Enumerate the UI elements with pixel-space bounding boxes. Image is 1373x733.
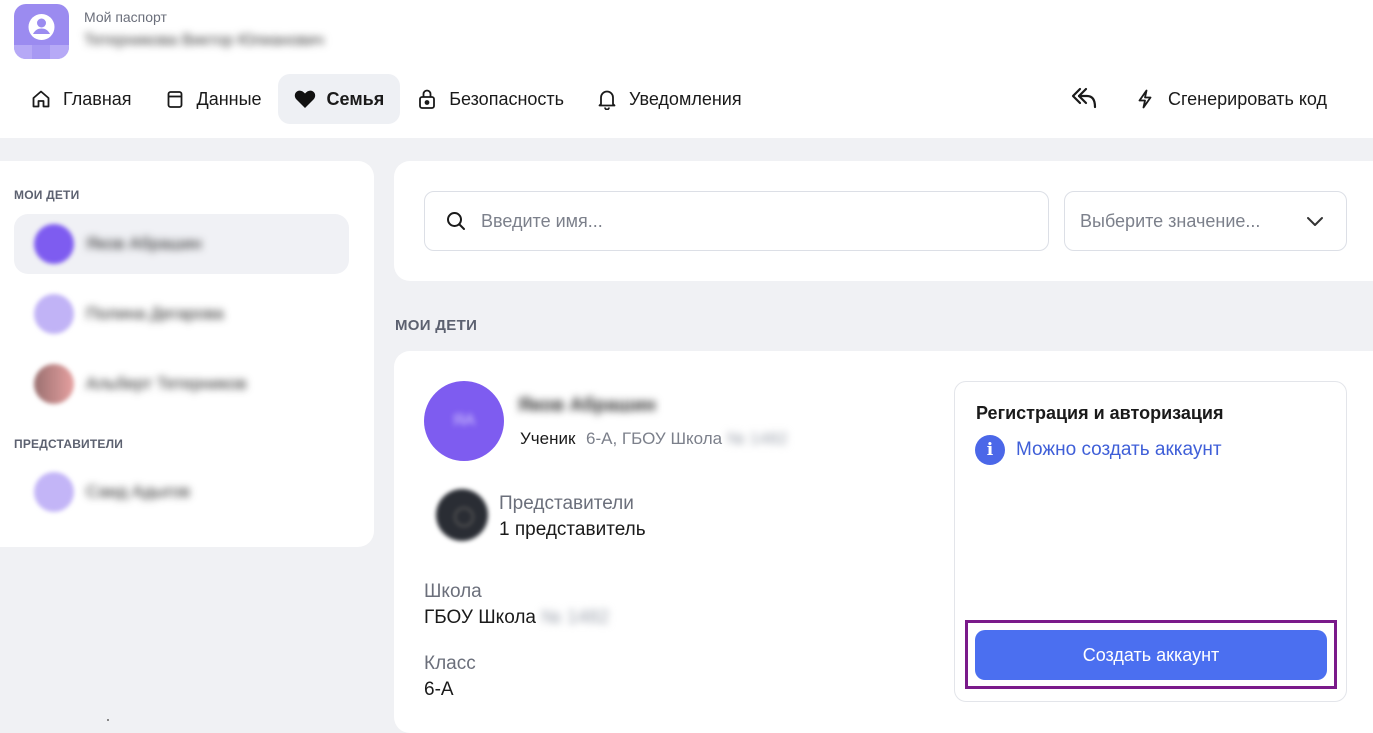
home-icon bbox=[30, 88, 52, 110]
avatar bbox=[34, 364, 74, 404]
filter-select-value: Выберите значение... bbox=[1080, 210, 1261, 231]
search-icon bbox=[445, 210, 467, 232]
registration-box: Регистрация и авторизация i Можно создат… bbox=[954, 381, 1347, 702]
child-class-school-text: 6-А, ГБОУ Школа bbox=[586, 429, 723, 448]
tab-data[interactable]: Данные bbox=[148, 74, 278, 124]
school-label: Школа bbox=[424, 581, 482, 602]
avatar bbox=[34, 472, 74, 512]
stray-dot bbox=[107, 719, 109, 721]
tab-home[interactable]: Главная bbox=[14, 74, 148, 124]
tab-home-label: Главная bbox=[63, 88, 132, 109]
children-heading: МОИ ДЕТИ bbox=[14, 188, 80, 202]
sidebar-representative-name: Саид Адыгов bbox=[86, 482, 190, 501]
tab-security[interactable]: Безопасность bbox=[400, 74, 580, 124]
filter-select[interactable]: Выберите значение... bbox=[1064, 191, 1347, 251]
representatives-label: Представители bbox=[499, 493, 634, 514]
generate-code-button[interactable]: Сгенерировать код bbox=[1134, 76, 1327, 122]
app-header: Мой паспорт Тетерникова Виктор Юлианович… bbox=[0, 0, 1373, 138]
search-panel: Выберите значение... bbox=[394, 161, 1373, 281]
child-name[interactable]: Яков Абрашин bbox=[518, 395, 656, 417]
sidebar-child-item[interactable]: Полина Дегарова bbox=[14, 284, 349, 344]
school-value-number: № 1482 bbox=[541, 607, 610, 628]
tab-notifications-label: Уведомления bbox=[629, 88, 742, 109]
representatives-count[interactable]: 1 представитель bbox=[499, 519, 646, 541]
sidebar-child-name: Полина Дегарова bbox=[86, 304, 224, 323]
section-title: МОИ ДЕТИ bbox=[395, 317, 478, 334]
sidebar-child-name: Альберт Тетерников bbox=[86, 374, 247, 393]
sidebar-representative-item[interactable]: Саид Адыгов bbox=[14, 462, 349, 522]
tab-security-label: Безопасность bbox=[449, 88, 565, 109]
child-role: Ученик bbox=[520, 429, 576, 448]
family-sidebar: МОИ ДЕТИ Яков Абрашин Полина Дегарова Ал… bbox=[0, 161, 374, 547]
generate-code-label: Сгенерировать код bbox=[1168, 88, 1328, 109]
lock-icon bbox=[416, 88, 438, 110]
avatar bbox=[34, 294, 74, 334]
registration-info-text: Можно создать аккаунт bbox=[1016, 439, 1222, 460]
app-title: Мой паспорт bbox=[84, 9, 167, 25]
sidebar-child-name: Яков Абрашин bbox=[86, 234, 202, 253]
registration-title: Регистрация и авторизация bbox=[976, 403, 1224, 423]
avatar bbox=[34, 224, 74, 264]
chevron-down-icon bbox=[1306, 211, 1324, 232]
school-value-text: ГБОУ Школа bbox=[424, 607, 536, 628]
avatar bbox=[436, 489, 488, 541]
heart-icon bbox=[294, 88, 316, 110]
share-button[interactable] bbox=[1068, 86, 1100, 114]
child-class-school: 6-А, ГБОУ Школа № 1482 bbox=[586, 429, 788, 449]
child-initials: ЯА bbox=[452, 412, 476, 429]
search-field[interactable] bbox=[424, 191, 1049, 251]
class-label: Класс bbox=[424, 653, 476, 674]
school-value: ГБОУ Школа № 1482 bbox=[424, 607, 609, 629]
passport-logo-icon[interactable] bbox=[14, 4, 69, 59]
bell-icon bbox=[596, 88, 618, 110]
representatives-heading: ПРЕДСТАВИТЕЛИ bbox=[14, 437, 124, 451]
create-account-button[interactable]: Создать аккаунт bbox=[975, 630, 1327, 680]
user-name: Тетерникова Виктор Юлианович bbox=[84, 32, 325, 49]
clipboard-icon bbox=[164, 88, 186, 110]
registration-info-link[interactable]: i Можно создать аккаунт bbox=[975, 435, 1222, 465]
sidebar-child-item[interactable]: Альберт Тетерников bbox=[14, 354, 349, 414]
tab-data-label: Данные bbox=[196, 88, 262, 109]
info-icon: i bbox=[975, 435, 1005, 465]
reply-icon bbox=[1070, 86, 1098, 115]
child-card: ЯА Яков Абрашин Ученик 6-А, ГБОУ Школа №… bbox=[394, 351, 1373, 733]
tab-family-label: Семья bbox=[326, 88, 385, 109]
sidebar-child-item[interactable]: Яков Абрашин bbox=[14, 214, 349, 274]
class-value: 6-А bbox=[424, 679, 454, 700]
child-school-number: № 1482 bbox=[726, 429, 788, 448]
tab-notifications[interactable]: Уведомления bbox=[580, 74, 758, 124]
tab-family[interactable]: Семья bbox=[277, 74, 401, 124]
main-nav: Главная Данные Семья Безопасность Уведом… bbox=[14, 74, 758, 124]
avatar[interactable]: ЯА bbox=[424, 381, 504, 461]
search-input[interactable] bbox=[481, 210, 1021, 232]
lightning-icon bbox=[1134, 88, 1156, 110]
